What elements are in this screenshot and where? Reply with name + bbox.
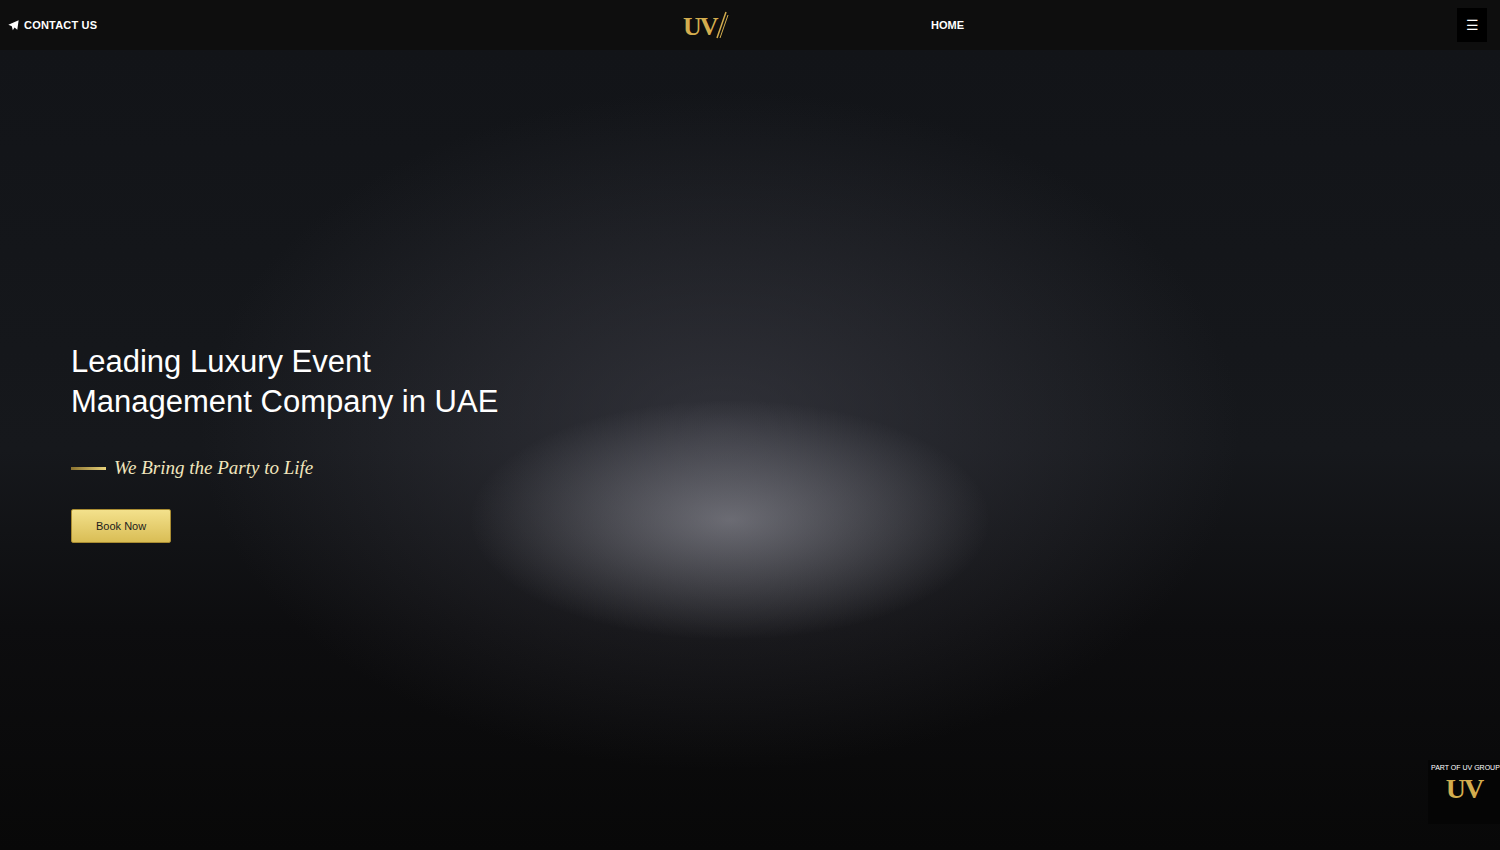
hero-title: Leading Luxury Event Management Company … xyxy=(71,342,511,422)
nav-links: HOME xyxy=(923,17,1457,34)
top-navbar: CONTACT US UV HOME ☰ xyxy=(0,0,1500,50)
badge-logo: UV xyxy=(1431,772,1497,806)
menu-button[interactable]: ☰ xyxy=(1457,8,1487,42)
paper-plane-icon xyxy=(8,20,19,31)
tagline-line xyxy=(71,467,106,470)
logo-stripes-icon xyxy=(715,10,729,40)
hero-section: Leading Luxury Event Management Company … xyxy=(0,50,1500,850)
group-badge[interactable]: PART OF UV GROUPUV xyxy=(1428,760,1500,824)
logo-text: UV xyxy=(683,14,717,40)
logo[interactable]: UV xyxy=(675,10,923,40)
tagline-text: We Bring the Party to Life xyxy=(114,454,313,483)
contact-link[interactable]: CONTACT US xyxy=(0,17,675,34)
nav-link-home[interactable]: HOME xyxy=(923,17,964,34)
hero-tagline: We Bring the Party to Life xyxy=(71,454,1500,483)
badge-caption: PART OF UV GROUP xyxy=(1431,764,1497,772)
contact-label: CONTACT US xyxy=(24,17,97,34)
book-now-button[interactable]: Book Now xyxy=(71,509,171,544)
